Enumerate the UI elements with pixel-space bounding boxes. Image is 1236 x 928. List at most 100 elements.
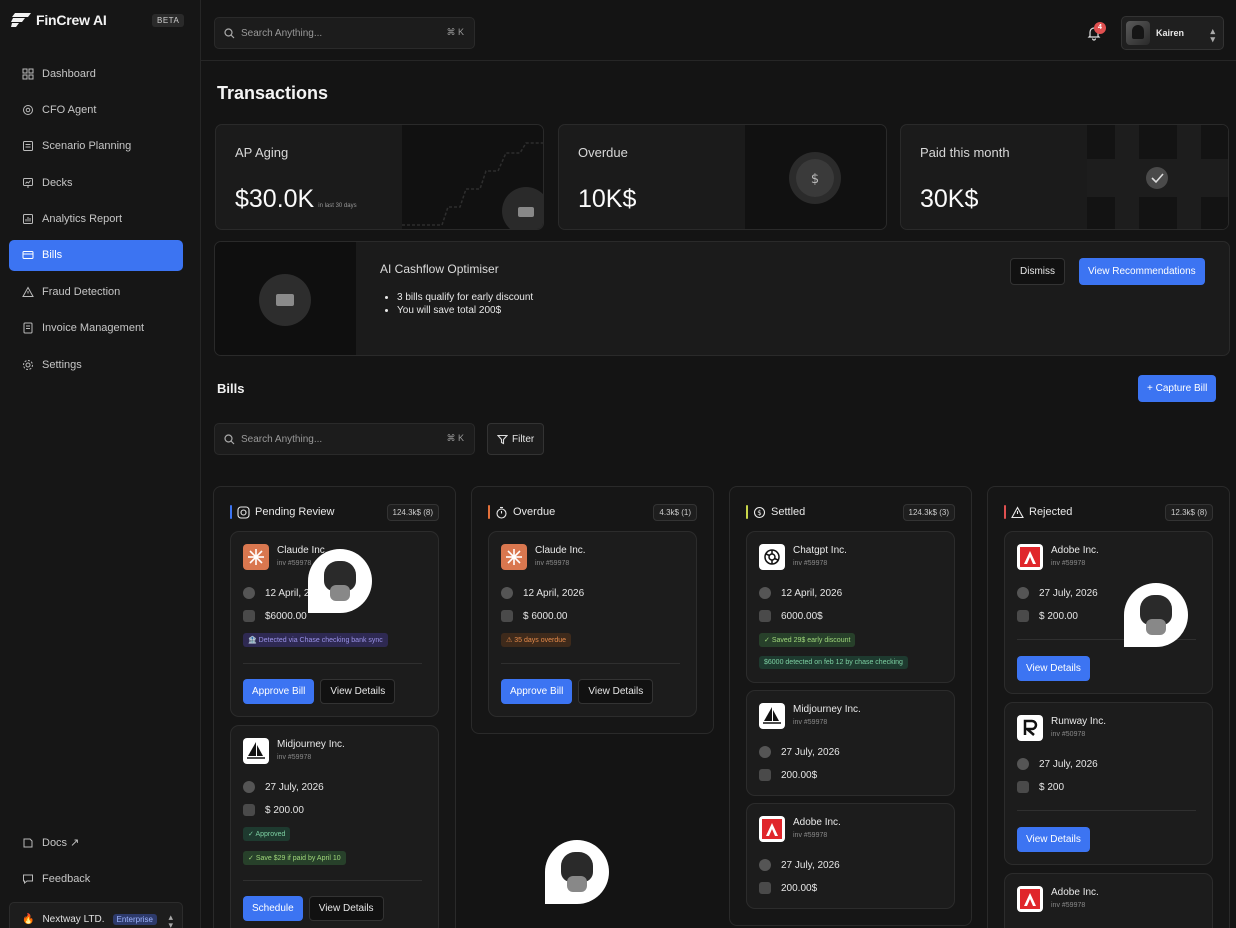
view-details-button[interactable]: View Details [320, 679, 396, 704]
sidebar-item-scenario-planning[interactable]: Scenario Planning [9, 131, 183, 162]
stat-illustration: $ [745, 125, 886, 229]
money-icon [759, 769, 771, 781]
sidebar: FinCrew AI BETA Dashboard CFO Agent Scen… [0, 0, 201, 928]
column-count: 4.3k$ (1) [653, 504, 697, 521]
invoice-number: inv #50978 [1051, 731, 1086, 738]
bill-card[interactable]: Midjourney Inc. inv #59978 27 July, 2026… [230, 725, 439, 928]
search-icon [224, 433, 235, 444]
view-details-button[interactable]: View Details [578, 679, 654, 704]
approve-bill-button[interactable]: Approve Bill [501, 679, 573, 704]
invoice-number: inv #59978 [793, 560, 828, 567]
sidebar-item-invoice-management[interactable]: Invoice Management [9, 313, 183, 344]
tag-text: 35 days overdue [514, 637, 566, 644]
agent-icon [23, 104, 33, 115]
approve-bill-button[interactable]: Approve Bill [243, 679, 315, 704]
bill-card[interactable]: Chatgpt Inc. inv #59978 12 April, 2026 6… [746, 531, 955, 683]
clock-icon [1017, 587, 1029, 599]
saved-discount-tag: ✓ Saved 29$ early discount [759, 633, 856, 647]
gear-icon [23, 359, 33, 370]
sidebar-item-fraud-detection[interactable]: Fraud Detection [9, 276, 183, 307]
sidebar-item-label: Feedback [42, 872, 91, 885]
sidebar-item-bills[interactable]: Bills [9, 239, 183, 271]
bill-card[interactable]: Runway Inc. inv #50978 27 July, 2026 $ 2… [1004, 702, 1213, 865]
sidebar-item-cfo-agent[interactable]: CFO Agent [9, 94, 183, 125]
ai-cashflow-card: AI Cashflow Optimiser 3 bills qualify fo… [214, 241, 1230, 356]
capture-bill-button[interactable]: + Capture Bill [1138, 375, 1217, 402]
invoice-icon [23, 322, 33, 334]
divider [501, 663, 680, 664]
timer-icon [496, 506, 507, 519]
money-icon [1017, 610, 1029, 622]
filter-button[interactable]: Filter [487, 423, 545, 455]
feedback-icon [23, 874, 33, 884]
app-logo[interactable]: FinCrew AI [11, 12, 107, 28]
bill-card[interactable]: Adobe Inc. inv #59978 27 July, 2026 200.… [746, 803, 955, 909]
card-actions: View Details [1017, 656, 1090, 681]
tag-text: Saved 29$ early discount [771, 637, 851, 644]
due-date: 12 April, 2026 [759, 587, 842, 599]
stat-sub: in last 30 days [318, 203, 357, 209]
vendor-name: Adobe Inc. [793, 817, 841, 828]
column-settled: $ Settled 124.3k$ (3) Chatgpt Inc. inv #… [729, 486, 972, 926]
date-value: 27 July, 2026 [265, 781, 324, 793]
user-menu[interactable]: Kairen ▴ ▾ [1121, 16, 1224, 50]
money-icon [759, 882, 771, 894]
due-date: 27 July, 2026 [759, 859, 840, 871]
bill-card[interactable]: Adobe Inc. inv #59978 [1004, 873, 1213, 928]
sidebar-item-label: Fraud Detection [42, 285, 121, 298]
app-name: FinCrew AI [36, 12, 107, 28]
schedule-button[interactable]: Schedule [243, 896, 303, 921]
stat-value: $30.0K in last 30 days [235, 185, 357, 214]
warning-icon [1011, 505, 1024, 518]
view-details-button[interactable]: View Details [308, 896, 384, 921]
invoice-number: inv #59978 [793, 832, 828, 839]
invoice-number: inv #59978 [1051, 902, 1086, 909]
avatar [1126, 21, 1150, 45]
sidebar-item-label: Analytics Report [42, 213, 123, 226]
clock-icon [759, 587, 771, 599]
chevron-updown-icon: ▴ ▾ [168, 912, 173, 928]
stat-illustration [1087, 125, 1228, 229]
doc-icon [23, 141, 33, 152]
amount: 200.00$ [759, 769, 817, 781]
org-switcher[interactable]: 🔥 Nextway LTD. Enterprise ▴ ▾ [9, 902, 183, 928]
global-search[interactable]: Search Anything... ⌘ K [214, 17, 475, 49]
clock-icon [501, 587, 513, 599]
card-actions: Schedule View Details [243, 896, 384, 921]
money-icon [1017, 781, 1029, 793]
sidebar-item-settings[interactable]: Settings [9, 349, 183, 380]
column-count: 124.3k$ (3) [902, 504, 955, 521]
vendor-name: Adobe Inc. [1051, 545, 1099, 556]
bill-card[interactable]: Midjourney Inc. inv #59978 27 July, 2026… [746, 690, 955, 796]
sidebar-item-docs[interactable]: Docs ↗ [9, 827, 183, 858]
amount-value: $ 6000.00 [523, 610, 568, 622]
view-details-button[interactable]: View Details [1017, 656, 1090, 681]
date-value: 27 July, 2026 [781, 859, 840, 871]
vendor-name: Midjourney Inc. [793, 704, 861, 715]
sidebar-item-decks[interactable]: Decks [9, 167, 183, 198]
due-date: 27 July, 2026 [759, 746, 840, 758]
date-value: 27 July, 2026 [1039, 587, 1098, 599]
sidebar-item-dashboard[interactable]: Dashboard [9, 58, 183, 89]
column-header: Pending Review [230, 505, 335, 519]
adobe-logo-icon [1017, 544, 1043, 570]
dismiss-button[interactable]: Dismiss [1010, 258, 1065, 285]
amount-value: $ 200.00 [265, 804, 304, 816]
sidebar-item-feedback[interactable]: Feedback [9, 863, 183, 894]
column-overdue: Overdue 4.3k$ (1) Claude Inc. inv #59978… [471, 486, 714, 734]
check-grid-icon [1087, 125, 1228, 229]
adobe-logo-icon [1017, 886, 1043, 912]
stat-illustration [402, 125, 543, 229]
adobe-logo-icon [759, 816, 785, 842]
sidebar-item-label: Invoice Management [42, 322, 145, 335]
sidebar-item-label: Dashboard [42, 67, 96, 80]
tag-text: Approved [255, 831, 286, 838]
view-details-button[interactable]: View Details [1017, 827, 1090, 852]
bill-card[interactable]: Claude Inc. inv #59978 12 April, 2026 $ … [488, 531, 697, 717]
bills-search[interactable]: Search Anything... ⌘ K [214, 423, 475, 455]
sidebar-item-analytics-report[interactable]: Analytics Report [9, 204, 183, 235]
stat-label: Paid this month [920, 145, 1010, 160]
stat-card-overdue: Overdue 10K$ $ [558, 124, 887, 230]
view-recommendations-button[interactable]: View Recommendations [1079, 258, 1205, 285]
grid-icon [22, 68, 34, 79]
